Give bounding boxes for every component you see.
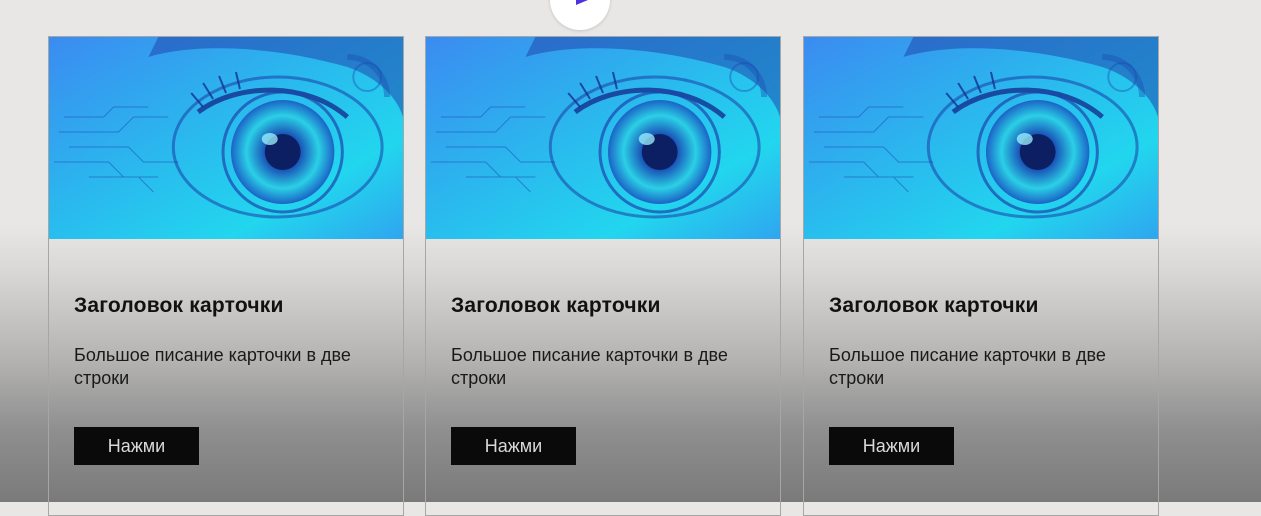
cyber-eye-image	[426, 37, 780, 239]
play-icon	[576, 0, 588, 5]
card-title: Заголовок карточки	[74, 294, 284, 317]
card-button[interactable]: Нажми	[74, 427, 199, 465]
cyber-eye-image	[49, 37, 403, 239]
card-title: Заголовок карточки	[829, 294, 1039, 317]
card-1: Заголовок карточки Большое писание карто…	[48, 36, 404, 516]
card-button[interactable]: Нажми	[829, 427, 954, 465]
card-image	[426, 37, 780, 239]
card-title: Заголовок карточки	[451, 294, 661, 317]
card-image	[49, 37, 403, 239]
cyber-eye-image	[804, 37, 1158, 239]
card-image	[804, 37, 1158, 239]
card-description: Большое писание карточки в две строки	[74, 345, 351, 388]
card-3: Заголовок карточки Большое писание карто…	[803, 36, 1159, 516]
top-play-button[interactable]	[550, 0, 610, 30]
card-description: Большое писание карточки в две строки	[451, 345, 728, 388]
card-button[interactable]: Нажми	[451, 427, 576, 465]
card-description: Большое писание карточки в две строки	[829, 345, 1106, 388]
card-2: Заголовок карточки Большое писание карто…	[425, 36, 781, 516]
